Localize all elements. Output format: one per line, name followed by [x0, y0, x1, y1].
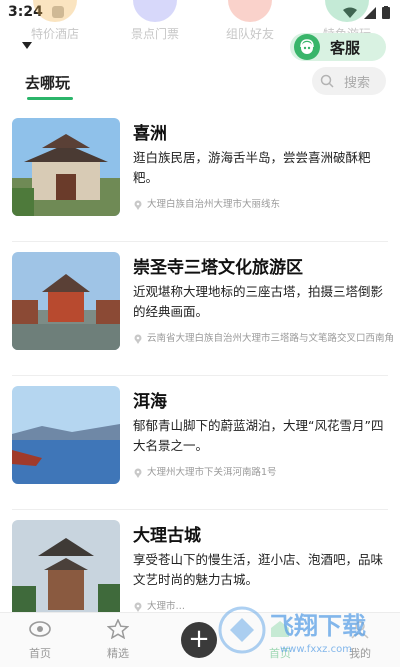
dropdown-arrow-icon[interactable] [22, 42, 32, 49]
hotel-icon [33, 0, 77, 22]
place-card-erhai[interactable]: 洱海 郁郁青山脚下的蔚蓝湖泊，大理“风花雪月”四大名景之一。 大理州大理市下关洱… [12, 376, 388, 510]
search-icon [320, 74, 334, 88]
watermark-url: www.fxxz.com [280, 644, 352, 655]
place-card-xizhou[interactable]: 喜洲 逛白族民居，游海舌半岛，尝尝喜洲破酥粑粑。 大理白族自治州大理市大丽线东 [12, 108, 388, 242]
tab-indicator [27, 97, 73, 100]
place-location: 大理白族自治州大理市大丽线东 [133, 198, 395, 211]
place-location: 云南省大理白族自治州大理市三塔路与文笔路交叉口西南角 [133, 332, 395, 345]
place-title: 崇圣寺三塔文化旅游区 [133, 258, 303, 278]
category-label: 景点门票 [130, 27, 179, 41]
nav-label: 首页 [29, 647, 51, 660]
location-pin-icon [134, 200, 142, 210]
location-text: 云南省大理白族自治州大理市三塔路与文笔路交叉口西南角 [147, 333, 395, 344]
place-card-three-pagodas[interactable]: 崇圣寺三塔文化旅游区 近观堪称大理地标的三座古塔，拍摄三塔倒影的经典画面。 云南… [12, 242, 394, 376]
site-watermark: 飞翔下载 www.fxxz.com [218, 606, 366, 655]
play-icon [325, 0, 369, 22]
place-description: 享受苍山下的慢生活，逛小店、泡酒吧，品味文艺时尚的魅力古城。 [133, 552, 384, 587]
place-photo [12, 252, 120, 350]
place-photo [12, 386, 120, 484]
location-text: 大理白族自治州大理市大丽线东 [147, 199, 281, 210]
search-box[interactable]: 搜索 [312, 67, 386, 95]
place-title: 大理古城 [133, 526, 201, 546]
category-label: 组队好友 [225, 27, 274, 41]
place-photo [12, 520, 120, 618]
place-description: 近观堪称大理地标的三座古塔，拍摄三塔倒影的经典画面。 [133, 284, 384, 319]
add-button[interactable]: + [181, 622, 217, 658]
location-text: 大理州大理市下关洱河南路1号 [147, 467, 277, 478]
category-tickets[interactable]: 景点门票 [120, 0, 190, 42]
nav-home[interactable]: 首页 [10, 619, 70, 661]
category-hotel[interactable]: 特价酒店 [20, 0, 90, 42]
nav-featured[interactable]: 精选 [88, 618, 148, 661]
location-pin-icon [134, 468, 142, 478]
location-pin-icon [134, 602, 142, 612]
eye-icon [29, 621, 51, 637]
headset-icon [294, 34, 320, 60]
search-label: 搜索 [344, 75, 371, 91]
section-title[interactable]: 去哪玩 [25, 72, 70, 93]
customer-service-button[interactable]: 客服 [290, 33, 386, 61]
place-description: 逛白族民居，游海舌半岛，尝尝喜洲破酥粑粑。 [133, 150, 371, 185]
place-location: 大理州大理市下关洱河南路1号 [133, 466, 395, 479]
place-description: 郁郁青山脚下的蔚蓝湖泊，大理“风花雪月”四大名景之一。 [133, 418, 384, 453]
nav-label: 精选 [107, 647, 129, 660]
watermark-text: 飞翔下载 [270, 612, 366, 640]
location-pin-icon [134, 334, 142, 344]
service-label: 客服 [330, 38, 361, 57]
place-title: 喜洲 [133, 124, 167, 144]
ticket-icon [133, 0, 177, 22]
place-title: 洱海 [133, 392, 167, 412]
place-photo [12, 118, 120, 216]
team-icon [228, 0, 272, 22]
star-icon [106, 618, 130, 640]
category-label: 特价酒店 [30, 27, 79, 41]
place-list: 喜洲 逛白族民居，游海舌半岛，尝尝喜洲破酥粑粑。 大理白族自治州大理市大丽线东 … [0, 108, 400, 644]
category-team[interactable]: 组队好友 [215, 0, 285, 42]
